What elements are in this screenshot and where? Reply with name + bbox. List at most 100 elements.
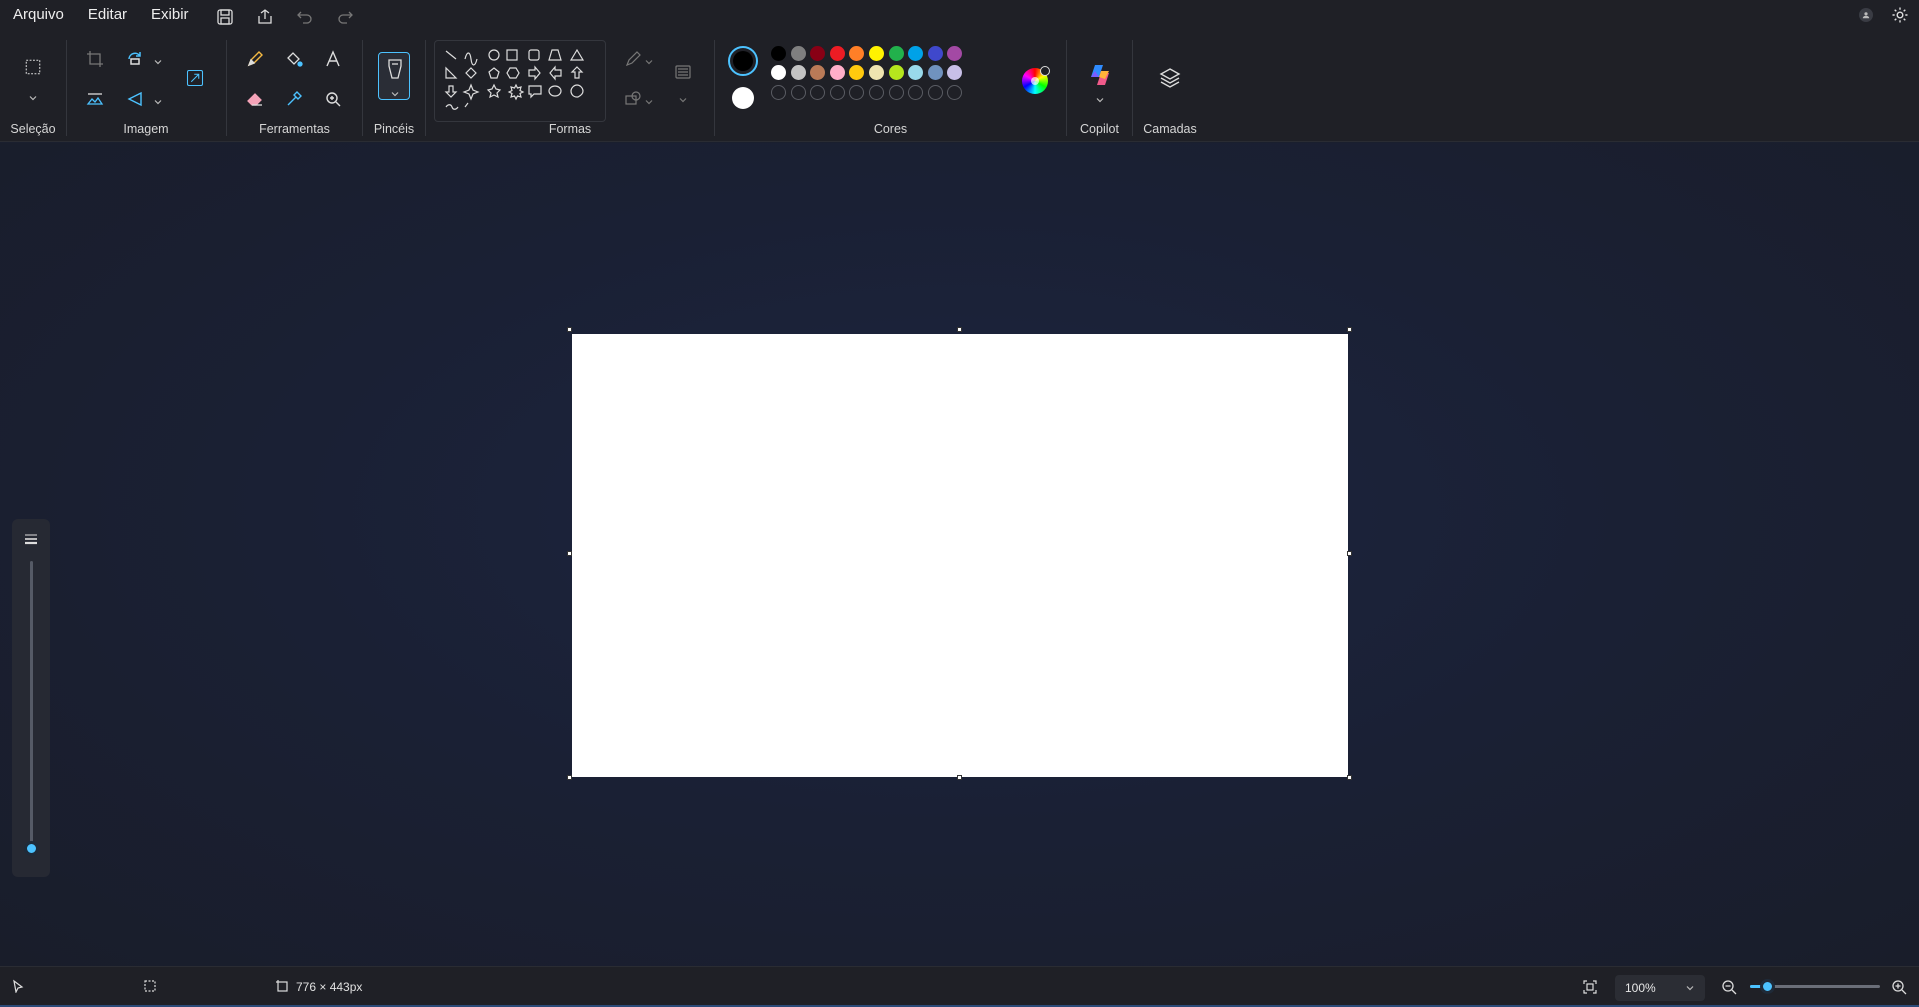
layers-icon[interactable]: [1158, 66, 1182, 90]
custom-color-slot[interactable]: [908, 85, 924, 100]
custom-color-slot[interactable]: [927, 85, 943, 100]
fit-to-window-icon[interactable]: [1582, 979, 1598, 995]
canvas-size-text: 776 × 443px: [296, 980, 363, 994]
shapes-gallery[interactable]: [434, 40, 606, 122]
zoom-slider[interactable]: [1750, 979, 1880, 994]
chevron-down-icon[interactable]: [1095, 92, 1105, 103]
resize-handle-bottom-right[interactable]: [1347, 775, 1352, 780]
palette-color[interactable]: [829, 46, 845, 61]
resize-handle-right[interactable]: [1347, 551, 1352, 556]
palette-color[interactable]: [771, 46, 786, 61]
color-picker-icon[interactable]: [282, 87, 306, 111]
add-color-badge: [1040, 66, 1050, 76]
palette-color[interactable]: [790, 46, 806, 61]
palette-color[interactable]: [908, 65, 924, 80]
resize-icon[interactable]: [181, 64, 209, 92]
zoom-select[interactable]: 100%: [1615, 975, 1705, 1001]
flip-icon[interactable]: [123, 87, 147, 111]
copilot-icon[interactable]: [1087, 62, 1113, 88]
secondary-color-swatch[interactable]: [732, 87, 754, 109]
resize-handle-bottom[interactable]: [957, 775, 962, 780]
fill-icon[interactable]: [282, 47, 306, 71]
selection-group: Seleção: [0, 34, 66, 142]
primary-color-swatch[interactable]: [728, 46, 758, 76]
palette-color[interactable]: [908, 46, 924, 61]
chevron-down-icon[interactable]: [28, 90, 38, 101]
outline-icon[interactable]: [621, 47, 645, 71]
custom-color-slot[interactable]: [888, 85, 904, 100]
palette-color[interactable]: [771, 65, 786, 80]
slider-track[interactable]: [30, 561, 33, 851]
save-icon[interactable]: [205, 2, 245, 32]
menu-view[interactable]: Exibir: [139, 0, 201, 34]
pencil-icon[interactable]: [243, 47, 267, 71]
custom-color-slot[interactable]: [869, 85, 884, 100]
palette-color[interactable]: [888, 65, 904, 80]
text-icon[interactable]: [321, 47, 345, 71]
custom-color-slot[interactable]: [849, 85, 865, 100]
palette-color[interactable]: [869, 46, 884, 61]
palette-color[interactable]: [829, 65, 845, 80]
palette-color[interactable]: [927, 46, 943, 61]
palette-color[interactable]: [927, 65, 943, 80]
zoom-in-icon[interactable]: [1891, 979, 1907, 995]
palette-color[interactable]: [849, 46, 865, 61]
edit-colors-icon[interactable]: [1022, 66, 1050, 94]
share-icon[interactable]: [245, 2, 285, 32]
drawing-canvas[interactable]: [572, 334, 1348, 777]
palette-color[interactable]: [810, 65, 826, 80]
resize-handle-left[interactable]: [567, 551, 572, 556]
custom-color-slot[interactable]: [790, 85, 806, 100]
menu-edit[interactable]: Editar: [76, 0, 139, 34]
palette-color[interactable]: [849, 65, 865, 80]
menu-bar: Arquivo Editar Exibir: [0, 0, 1919, 34]
crop-icon[interactable]: [83, 47, 107, 71]
menu-file[interactable]: Arquivo: [0, 0, 76, 34]
chevron-down-icon[interactable]: [644, 54, 654, 65]
layers-group: Camadas: [1133, 34, 1207, 142]
redo-icon[interactable]: [325, 2, 365, 32]
shapes-group: Formas: [426, 34, 714, 142]
palette-color[interactable]: [947, 65, 963, 80]
zoom-slider-knob[interactable]: [1759, 979, 1775, 994]
eraser-icon[interactable]: [243, 87, 267, 111]
palette-color[interactable]: [869, 65, 884, 80]
tools-label: Ferramentas: [259, 122, 330, 136]
line-width-icon[interactable]: [671, 60, 695, 84]
magnifier-icon[interactable]: [321, 87, 345, 111]
chevron-down-icon[interactable]: [153, 54, 163, 65]
rotate-icon[interactable]: [123, 47, 147, 71]
canvas-size-icon: [275, 979, 289, 993]
brushes-label: Pincéis: [373, 122, 415, 136]
shape-fill-icon[interactable]: [621, 87, 645, 111]
ribbon: Seleção Imagem Ferramentas Pincéis Forma…: [0, 34, 1919, 142]
brush-button[interactable]: [378, 52, 410, 100]
remove-background-icon[interactable]: [83, 87, 107, 111]
settings-icon[interactable]: [1891, 6, 1909, 24]
selection-size-icon: [143, 979, 157, 993]
slider-knob[interactable]: [24, 841, 39, 856]
copilot-label: Copilot: [1080, 122, 1119, 136]
tools-group: Ferramentas: [227, 34, 362, 142]
resize-handle-top-left[interactable]: [567, 327, 572, 332]
custom-color-slot[interactable]: [810, 85, 826, 100]
palette-color[interactable]: [790, 65, 806, 80]
custom-color-slot[interactable]: [829, 85, 845, 100]
resize-handle-bottom-left[interactable]: [567, 775, 572, 780]
zoom-out-icon[interactable]: [1721, 979, 1737, 995]
custom-color-slot[interactable]: [947, 85, 963, 100]
palette-color[interactable]: [947, 46, 963, 61]
palette-color[interactable]: [810, 46, 826, 61]
chevron-down-icon[interactable]: [644, 94, 654, 105]
account-icon[interactable]: [1859, 8, 1873, 22]
chevron-down-icon[interactable]: [153, 94, 163, 105]
resize-handle-top-right[interactable]: [1347, 327, 1352, 332]
rectangle-select-icon[interactable]: [20, 54, 46, 80]
chevron-down-icon[interactable]: [678, 92, 688, 103]
resize-handle-top[interactable]: [957, 327, 962, 332]
palette-color[interactable]: [888, 46, 904, 61]
custom-color-slot[interactable]: [771, 85, 786, 100]
brush-size-slider[interactable]: [12, 519, 50, 877]
undo-icon[interactable]: [285, 2, 325, 32]
selection-label: Seleção: [10, 122, 56, 136]
